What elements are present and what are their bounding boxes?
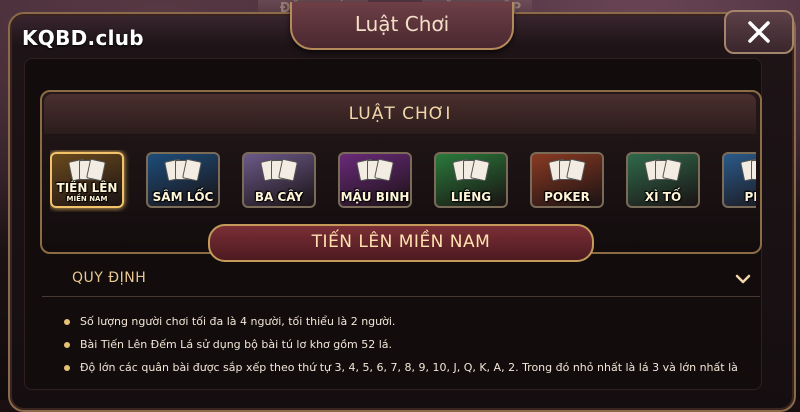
- game-tile-label: BA CÂY: [254, 190, 304, 204]
- game-tile-label: MẬU BINH: [340, 190, 410, 204]
- game-tile-label: SÂM LỐC: [152, 190, 214, 204]
- game-tile[interactable]: LIÊNG: [434, 152, 508, 208]
- chevron-down-icon: [735, 274, 751, 284]
- game-tile-label: XÌ TỐ: [644, 190, 682, 204]
- game-tile-label: POKER: [544, 190, 590, 204]
- game-tile[interactable]: MẬU BINH: [338, 152, 412, 208]
- game-tile-sublabel: MIỀN NAM: [66, 195, 108, 203]
- game-tile[interactable]: PHỎ: [722, 152, 756, 208]
- panel-header: LUẬT CHƠI: [44, 94, 756, 134]
- game-tile[interactable]: TIẾN LÊN MIỀN NAM: [50, 152, 124, 208]
- brand-logo: KQBD.club: [22, 26, 144, 50]
- playing-cards-icon: [644, 158, 682, 182]
- playing-cards-icon: [164, 158, 202, 182]
- selected-game-title: TIẾN LÊN MIỀN NAM: [208, 224, 594, 262]
- playing-cards-icon: [740, 158, 756, 182]
- game-tile[interactable]: XÌ TỐ: [626, 152, 700, 208]
- game-tile-label: PHỎ: [744, 190, 756, 204]
- game-tile-label: TIẾN LÊN: [56, 181, 118, 195]
- rules-title: QUY ĐỊNH: [72, 270, 147, 286]
- game-tile[interactable]: BA CÂY: [242, 152, 316, 208]
- close-button[interactable]: [724, 10, 794, 54]
- game-tile[interactable]: SÂM LỐC: [146, 152, 220, 208]
- playing-cards-icon: [260, 158, 298, 182]
- rule-item: Số lượng người chơi tối đa là 4 người, t…: [62, 310, 762, 333]
- playing-cards-icon: [356, 158, 394, 182]
- rules-list: Số lượng người chơi tối đa là 4 người, t…: [62, 310, 762, 379]
- rule-item: Độ lớn các quân bài được sắp xếp theo th…: [62, 356, 762, 379]
- rule-item: Bài Tiến Lên Đếm Lá sử dụng bộ bài tú lơ…: [62, 333, 762, 356]
- playing-cards-icon: [68, 158, 106, 182]
- game-tile-label: LIÊNG: [450, 190, 492, 204]
- playing-cards-icon: [548, 158, 586, 182]
- dialog-title: Luật Chơi: [290, 2, 514, 50]
- playing-cards-icon: [452, 158, 490, 182]
- rules-accordion-header[interactable]: QUY ĐỊNH: [42, 262, 760, 297]
- close-x-icon: [748, 21, 770, 43]
- game-tile[interactable]: POKER: [530, 152, 604, 208]
- game-selector-row: TIẾN LÊN MIỀN NAM SÂM LỐC BA CÂY MẬU BINH LIÊ…: [50, 150, 756, 212]
